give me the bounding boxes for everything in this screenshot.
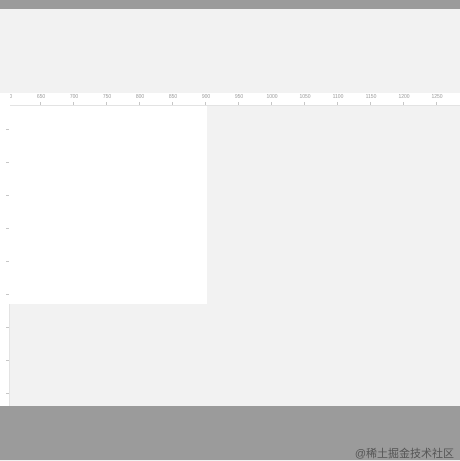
ruler-label: 750 — [102, 94, 112, 100]
ruler-tick — [205, 102, 206, 105]
ruler-tick — [436, 102, 437, 105]
ruler-tick — [337, 102, 338, 105]
ruler-tick — [370, 102, 371, 105]
ruler-label: 950 — [234, 94, 244, 100]
ruler-tick — [106, 102, 107, 105]
ruler-corner — [0, 93, 10, 106]
ruler-tick — [40, 102, 41, 105]
ruler-label: 800 — [135, 94, 145, 100]
ruler-label: 1150 — [365, 94, 377, 100]
ruler-tick — [6, 327, 9, 328]
ruler-label: 900 — [201, 94, 211, 100]
ruler-tick — [73, 102, 74, 105]
ruler-tick — [6, 393, 9, 394]
ruler-label: 850 — [168, 94, 178, 100]
artboard[interactable] — [9, 106, 207, 304]
ruler-label: 650 — [36, 94, 46, 100]
ruler-tick — [403, 102, 404, 105]
ruler-tick — [271, 102, 272, 105]
ruler-label: 1200 — [398, 94, 410, 100]
ruler-label: 1050 — [299, 94, 311, 100]
ruler-tick — [238, 102, 239, 105]
top-overlay-bar — [0, 0, 460, 9]
watermark-text: @稀土掘金技术社区 — [354, 448, 454, 460]
ruler-label: 1100 — [332, 94, 344, 100]
ruler-tick — [172, 102, 173, 105]
ruler-label: 1250 — [431, 94, 443, 100]
ruler-tick — [304, 102, 305, 105]
ruler-label: 700 — [69, 94, 79, 100]
ruler-tick — [6, 360, 9, 361]
ruler-tick — [139, 102, 140, 105]
horizontal-ruler: 6006507007508008509009501000105011001150… — [0, 93, 460, 106]
ruler-label: 1000 — [266, 94, 278, 100]
